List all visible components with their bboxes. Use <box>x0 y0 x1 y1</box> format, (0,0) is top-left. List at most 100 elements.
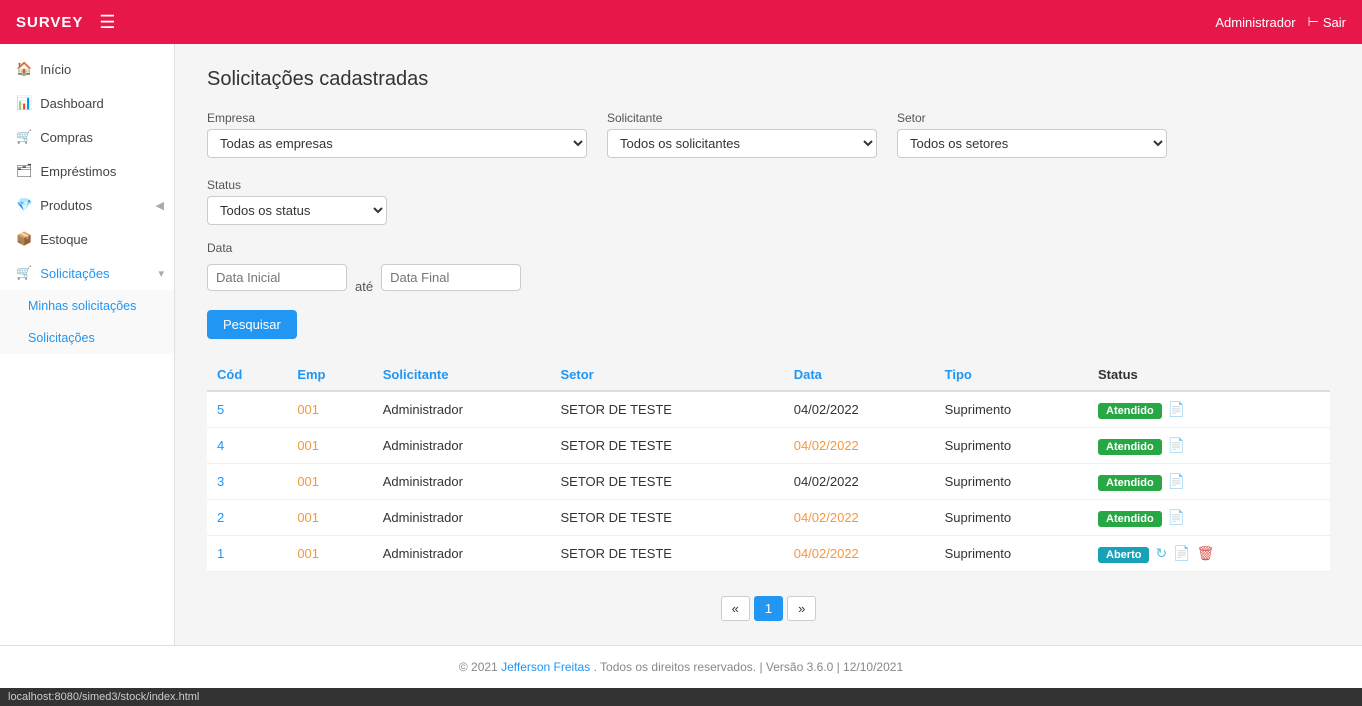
cell-cod[interactable]: 3 <box>207 464 287 500</box>
cell-data: 04/02/2022 <box>784 391 935 428</box>
refresh-button[interactable]: ↻ <box>1155 545 1167 561</box>
cell-setor: SETOR DE TESTE <box>550 536 783 572</box>
cell-tipo: Suprimento <box>935 464 1088 500</box>
logout-button[interactable]: ⊢ Sair <box>1308 14 1346 30</box>
estoque-icon: 📦 <box>16 231 32 247</box>
page-title: Solicitações cadastradas <box>207 68 1330 91</box>
page-prev-button[interactable]: « <box>721 596 750 621</box>
solicitante-filter-group: Solicitante Todos os solicitantes <box>607 111 877 158</box>
page-1-button[interactable]: 1 <box>754 596 783 621</box>
table-row: 4001AdministradorSETOR DE TESTE04/02/202… <box>207 428 1330 464</box>
status-badge: Atendido <box>1098 475 1162 491</box>
date-start-input[interactable] <box>207 264 347 291</box>
cell-cod[interactable]: 5 <box>207 391 287 428</box>
sidebar-label-dashboard: Dashboard <box>40 96 104 111</box>
view-button[interactable]: 📄 <box>1168 509 1185 525</box>
sidebar-label-emprestimos: Empréstimos <box>41 164 117 179</box>
cell-tipo: Suprimento <box>935 536 1088 572</box>
table-row: 5001AdministradorSETOR DE TESTE04/02/202… <box>207 391 1330 428</box>
cell-tipo: Suprimento <box>935 428 1088 464</box>
cell-tipo: Suprimento <box>935 391 1088 428</box>
cell-status: Atendido 📄 <box>1088 391 1330 428</box>
cell-cod[interactable]: 1 <box>207 536 287 572</box>
cell-setor: SETOR DE TESTE <box>550 428 783 464</box>
footer-rights: . Todos os direitos reservados. | Versão… <box>594 660 904 674</box>
view-button[interactable]: 📄 <box>1168 401 1185 417</box>
table-row: 2001AdministradorSETOR DE TESTE04/02/202… <box>207 500 1330 536</box>
page-next-button[interactable]: » <box>787 596 816 621</box>
status-badge: Atendido <box>1098 439 1162 455</box>
sidebar-item-solicitacoes[interactable]: 🛒 Solicitações ▾ <box>0 256 174 290</box>
hamburger-icon[interactable]: ☰ <box>99 12 115 33</box>
sidebar-label-produtos: Produtos <box>40 198 92 213</box>
empresa-select[interactable]: Todas as empresas <box>207 129 587 158</box>
col-tipo: Tipo <box>935 359 1088 391</box>
cell-data: 04/02/2022 <box>784 500 935 536</box>
main-content: Solicitações cadastradas Empresa Todas a… <box>175 44 1362 645</box>
col-status: Status <box>1088 359 1330 391</box>
delete-button[interactable]: 🗑 <box>1197 545 1215 561</box>
solicitacoes-icon: 🛒 <box>16 265 32 281</box>
filters-row: Empresa Todas as empresas Solicitante To… <box>207 111 1330 225</box>
cell-setor: SETOR DE TESTE <box>550 500 783 536</box>
status-badge: Atendido <box>1098 511 1162 527</box>
statusbar: localhost:8080/simed3/stock/index.html <box>0 688 1362 706</box>
cell-solicitante: Administrador <box>373 391 551 428</box>
status-filter-label: Status <box>207 178 387 192</box>
cell-emp: 001 <box>287 500 372 536</box>
layout: 🏠 Início 📊 Dashboard 🛒 Compras 🗂 Emprést… <box>0 44 1362 645</box>
table-header-row: Cód Emp Solicitante Setor Data Tipo Stat… <box>207 359 1330 391</box>
footer-author[interactable]: Jefferson Freitas <box>501 660 590 674</box>
cell-data: 04/02/2022 <box>784 464 935 500</box>
search-button[interactable]: Pesquisar <box>207 310 297 339</box>
solicitante-select[interactable]: Todos os solicitantes <box>607 129 877 158</box>
cell-solicitante: Administrador <box>373 500 551 536</box>
col-cod: Cód <box>207 359 287 391</box>
sidebar-item-dashboard[interactable]: 📊 Dashboard <box>0 86 174 120</box>
sidebar-item-solicitacoes-sub[interactable]: Solicitações <box>0 322 174 354</box>
logout-label: Sair <box>1323 15 1346 30</box>
cell-setor: SETOR DE TESTE <box>550 464 783 500</box>
status-badge: Atendido <box>1098 403 1162 419</box>
cell-cod[interactable]: 4 <box>207 428 287 464</box>
cell-setor: SETOR DE TESTE <box>550 391 783 428</box>
cell-emp: 001 <box>287 464 372 500</box>
table-row: 3001AdministradorSETOR DE TESTE04/02/202… <box>207 464 1330 500</box>
produtos-arrow-icon: ◀ <box>156 199 164 212</box>
sidebar-label-inicio: Início <box>40 62 71 77</box>
date-end-input[interactable] <box>381 264 521 291</box>
view-button[interactable]: 📄 <box>1173 545 1190 561</box>
setor-select[interactable]: Todos os setores <box>897 129 1167 158</box>
sidebar-submenu: Minhas solicitações Solicitações <box>0 290 174 354</box>
view-button[interactable]: 📄 <box>1168 473 1185 489</box>
col-emp: Emp <box>287 359 372 391</box>
cell-tipo: Suprimento <box>935 500 1088 536</box>
cell-emp: 001 <box>287 428 372 464</box>
cell-data: 04/02/2022 <box>784 536 935 572</box>
data-label: Data <box>207 241 1330 255</box>
pagination: « 1 » <box>207 596 1330 621</box>
date-filter-row: Data até <box>207 241 1330 294</box>
cell-emp: 001 <box>287 391 372 428</box>
cell-status: Atendido 📄 <box>1088 464 1330 500</box>
sidebar-label-solicitacoes-sub: Solicitações <box>28 331 95 345</box>
view-button[interactable]: 📄 <box>1168 437 1185 453</box>
col-solicitante: Solicitante <box>373 359 551 391</box>
sidebar-item-minhas-solicitacoes[interactable]: Minhas solicitações <box>0 290 174 322</box>
setor-filter-group: Setor Todos os setores <box>897 111 1167 158</box>
sidebar-item-produtos[interactable]: 💎 Produtos ◀ <box>0 188 174 222</box>
sidebar-item-estoque[interactable]: 📦 Estoque <box>0 222 174 256</box>
cell-solicitante: Administrador <box>373 428 551 464</box>
sidebar-item-compras[interactable]: 🛒 Compras <box>0 120 174 154</box>
cell-cod[interactable]: 2 <box>207 500 287 536</box>
sidebar-item-inicio[interactable]: 🏠 Início <box>0 52 174 86</box>
date-inputs: até <box>207 261 1330 294</box>
empresa-filter-group: Empresa Todas as empresas <box>207 111 587 158</box>
table-row: 1001AdministradorSETOR DE TESTE04/02/202… <box>207 536 1330 572</box>
cell-status: Aberto↻📄🗑 <box>1088 536 1330 572</box>
solicitante-label: Solicitante <box>607 111 877 125</box>
date-separator: até <box>355 279 373 294</box>
emprestimos-icon: 🗂 <box>16 163 33 179</box>
sidebar-item-emprestimos[interactable]: 🗂 Empréstimos <box>0 154 174 188</box>
status-select[interactable]: Todos os status <box>207 196 387 225</box>
